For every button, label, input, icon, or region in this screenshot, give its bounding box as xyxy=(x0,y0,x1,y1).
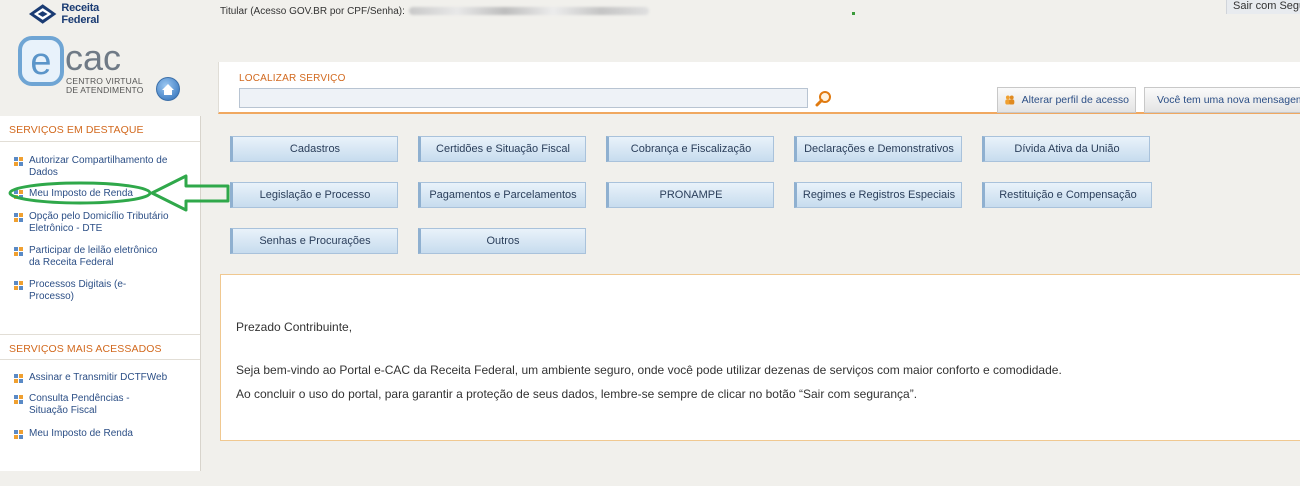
servicos-destaque-heading: SERVIÇOS EM DESTAQUE xyxy=(0,116,200,142)
bullet-icon xyxy=(14,157,23,166)
sair-com-seguranca-button[interactable]: Sair com Segurança xyxy=(1226,0,1300,14)
welcome-panel: Prezado Contribuinte, Seja bem-vindo ao … xyxy=(220,274,1300,441)
welcome-line2: Ao concluir o uso do portal, para garant… xyxy=(236,387,918,401)
category-restituicao-button[interactable]: Restituição e Compensação xyxy=(982,182,1152,208)
sidebar-item-meu-imposto-de-renda-2[interactable]: Meu Imposto de Renda xyxy=(14,428,184,440)
category-pronampe-button[interactable]: PRONAMPE xyxy=(606,182,774,208)
redacted-identity xyxy=(408,7,649,16)
sidebar-item-processos-digitais[interactable]: Processos Digitais (e- Processo) xyxy=(14,279,184,303)
bullet-icon xyxy=(14,281,23,290)
sidebar-item-label: Situação Fiscal xyxy=(29,405,97,416)
category-cadastros-button[interactable]: Cadastros xyxy=(230,136,398,162)
sidebar-item-label: Processo) xyxy=(29,291,75,302)
sidebar-item-dctfweb[interactable]: Assinar e Transmitir DCTFWeb xyxy=(14,372,184,384)
category-divida-ativa-button[interactable]: Dívida Ativa da União xyxy=(982,136,1150,162)
status-dot xyxy=(852,12,855,15)
bullet-icon xyxy=(14,374,23,383)
nova-mensagem-label: Você tem uma nova mensagem xyxy=(1157,94,1300,106)
category-cobranca-button[interactable]: Cobrança e Fiscalização xyxy=(606,136,774,162)
sidebar-item-label: Assinar e Transmitir DCTFWeb xyxy=(29,372,168,383)
ecac-subtitle-line2: DE ATENDIMENTO xyxy=(66,85,144,95)
category-pagamentos-button[interactable]: Pagamentos e Parcelamentos xyxy=(418,182,586,208)
bullet-icon xyxy=(14,247,23,256)
alterar-perfil-label: Alterar perfil de acesso xyxy=(1021,94,1129,106)
welcome-line1: Seja bem-vindo ao Portal e-CAC da Receit… xyxy=(236,363,1062,377)
category-senhas-button[interactable]: Senhas e Procurações xyxy=(230,228,398,254)
sidebar-item-label: Consulta Pendências - xyxy=(29,393,130,404)
category-legislacao-button[interactable]: Legislação e Processo xyxy=(230,182,398,208)
sidebar-item-leilao-eletronico[interactable]: Participar de leilão eletrônico da Receit… xyxy=(14,245,184,269)
receita-federal-logo: Receita Federal xyxy=(28,2,138,26)
sidebar-item-label: Processos Digitais (e- xyxy=(29,279,127,290)
servicos-acessados-heading: SERVIÇOS MAIS ACESSADOS xyxy=(0,334,200,360)
category-certidoes-button[interactable]: Certidões e Situação Fiscal xyxy=(418,136,586,162)
bullet-icon xyxy=(14,430,23,439)
home-button[interactable] xyxy=(156,77,180,101)
users-icon xyxy=(1005,95,1015,105)
search-label: LOCALIZAR SERVIÇO xyxy=(239,73,346,84)
nova-mensagem-button[interactable]: Você tem uma nova mensagem xyxy=(1144,87,1300,113)
category-outros-button[interactable]: Outros xyxy=(418,228,586,254)
titular-info: Titular (Acesso GOV.BR por CPF/Senha): xyxy=(220,6,649,17)
sidebar-item-consulta-pendencias[interactable]: Consulta Pendências - Situação Fiscal xyxy=(14,393,184,417)
category-regimes-button[interactable]: Regimes e Registros Especiais xyxy=(794,182,962,208)
svg-text:e: e xyxy=(30,41,51,83)
titular-label: Titular (Acesso GOV.BR por CPF/Senha): xyxy=(220,6,405,17)
sidebar-item-label: Autorizar Compartilhamento de xyxy=(29,155,168,166)
sidebar-item-label: Eletrônico - DTE xyxy=(29,223,103,234)
sidebar-item-label: da Receita Federal xyxy=(29,257,114,268)
sidebar-item-label: Participar de leilão eletrônico xyxy=(29,245,158,256)
svg-text:cac: cac xyxy=(65,37,121,78)
sidebar-item-label: Meu Imposto de Renda xyxy=(29,428,133,439)
receita-federal-emblem-icon xyxy=(28,4,57,24)
home-icon xyxy=(162,83,174,95)
search-input[interactable] xyxy=(239,88,808,108)
bullet-icon xyxy=(14,395,23,404)
welcome-greeting: Prezado Contribuinte, xyxy=(236,320,353,334)
annotation-highlight xyxy=(8,174,230,212)
search-icon[interactable] xyxy=(815,90,833,108)
sidebar: SERVIÇOS EM DESTAQUE Autorizar Compartil… xyxy=(0,116,201,471)
category-declaracoes-button[interactable]: Declarações e Demonstrativos xyxy=(794,136,962,162)
ecac-subtitle: CENTRO VIRTUAL DE ATENDIMENTO xyxy=(66,77,144,95)
alterar-perfil-button[interactable]: Alterar perfil de acesso xyxy=(997,87,1136,113)
receita-federal-name: Receita Federal xyxy=(61,2,100,26)
